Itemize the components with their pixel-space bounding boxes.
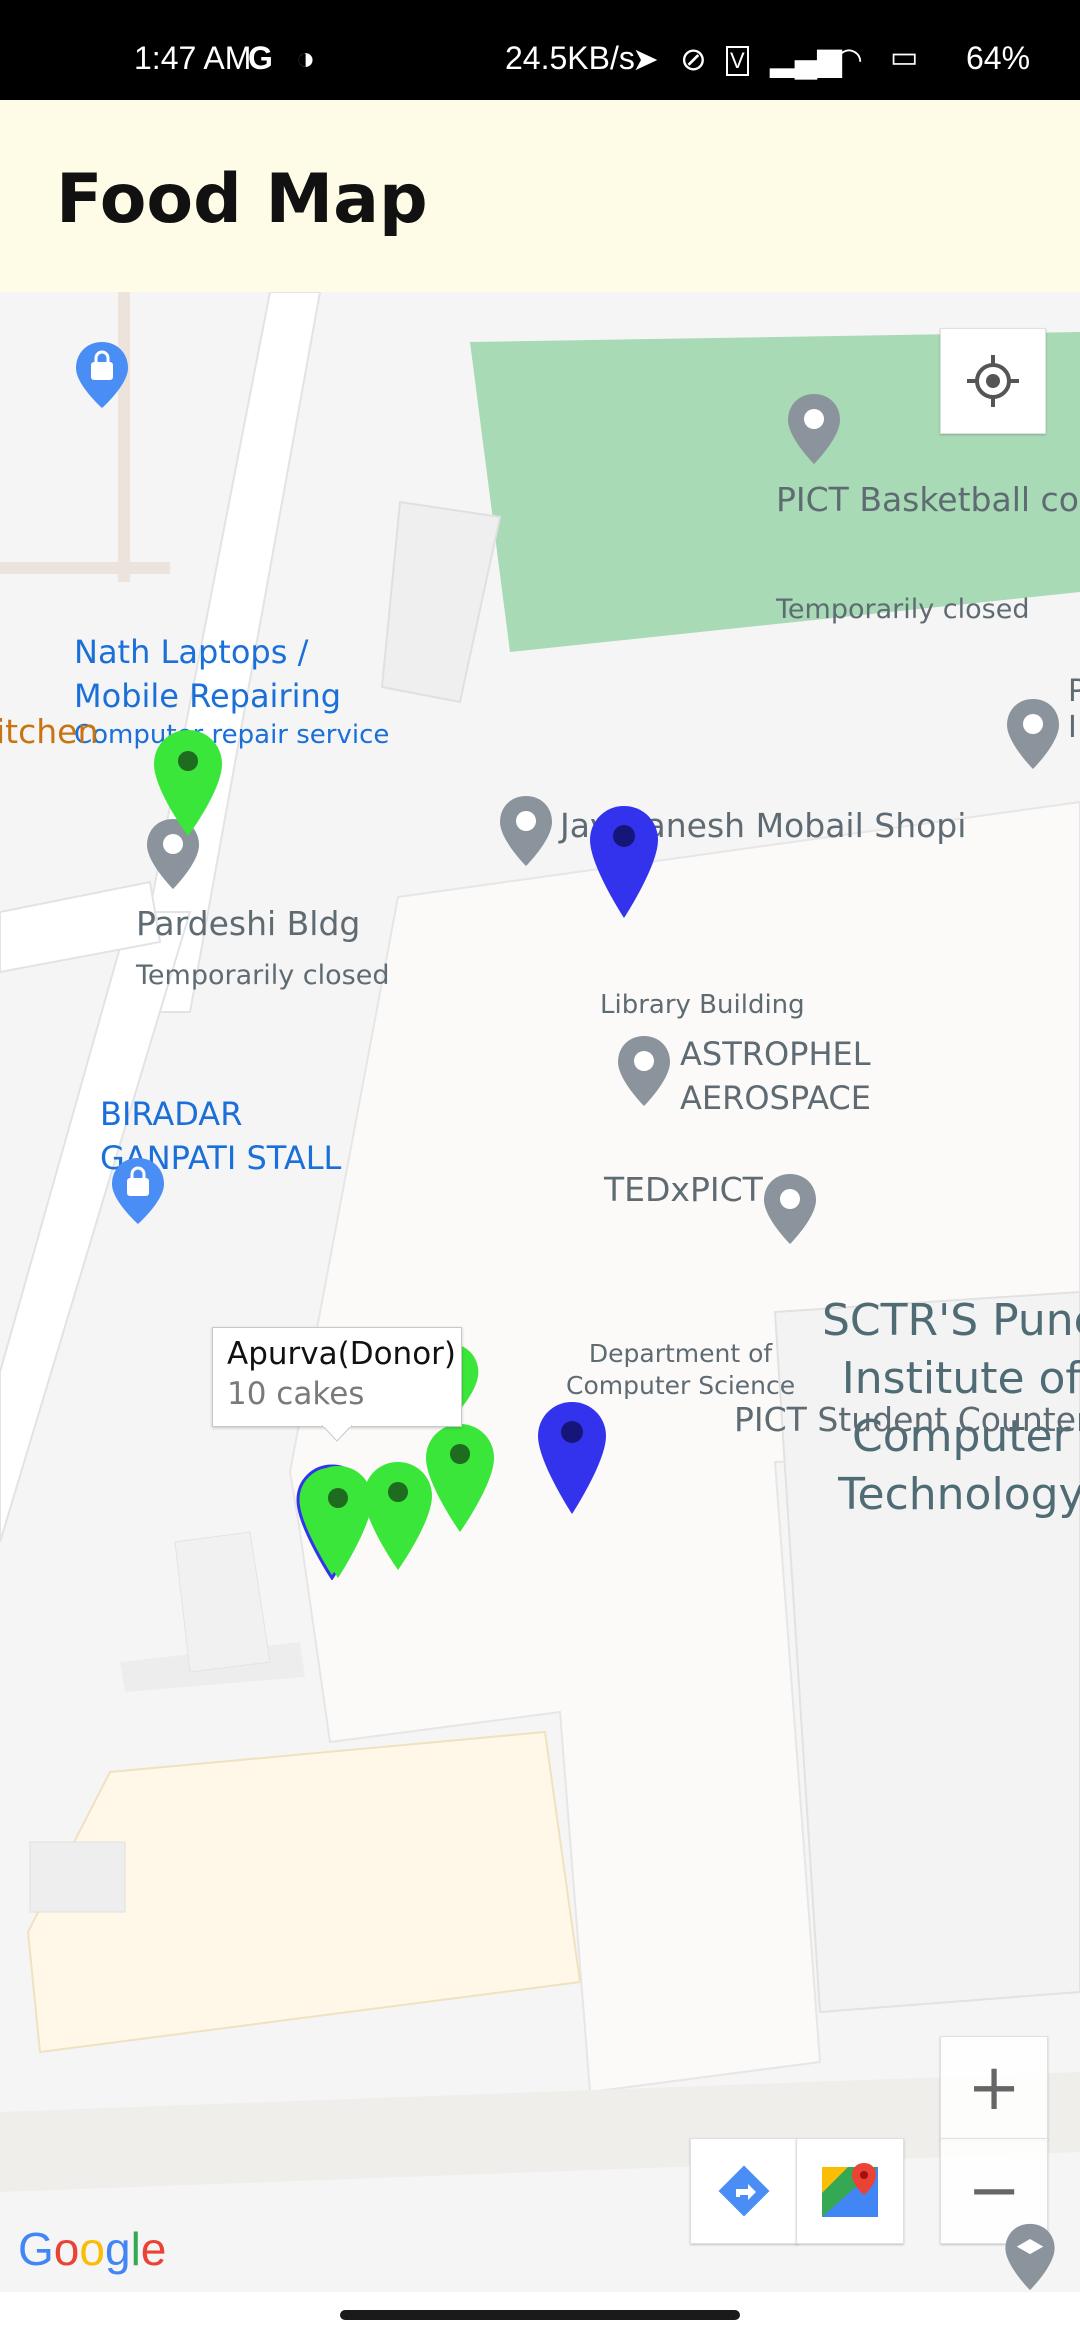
jay-ganesh-pin-icon	[500, 796, 552, 866]
edge-pin-icon	[1007, 699, 1059, 769]
place-tedx[interactable]: TEDxPICT	[604, 1170, 763, 1209]
receiver-marker[interactable]	[588, 804, 660, 920]
info-subtitle: 10 cakes	[227, 1376, 365, 1412]
directions-icon	[718, 2165, 770, 2217]
google-logo: Google	[18, 2223, 167, 2275]
place-edge-label: P	[1068, 674, 1080, 709]
network-speed: 24.5KB/s	[505, 40, 635, 76]
status-bar: 1:47 AM G ◑ 24.5KB/s ➤ ⊘ V ▂▄▆ ◠ ▭ 64%	[0, 0, 1080, 100]
place-label: Nath Laptops /	[74, 633, 309, 671]
place-nath-laptops[interactable]: Nath Laptops / Mobile Repairing Computer…	[74, 630, 389, 752]
zoom-in-icon: +	[967, 2051, 1021, 2125]
donor-marker[interactable]	[152, 728, 224, 838]
place-label: Mobile Repairing	[74, 677, 342, 715]
battery-icon: ▭	[890, 41, 919, 74]
my-location-button[interactable]	[940, 328, 1046, 434]
app-bar: Food Map	[0, 100, 1080, 292]
place-pardeshi-bldg[interactable]: Pardeshi Bldg	[136, 904, 360, 943]
info-title: Apurva(Donor)	[227, 1336, 457, 1372]
home-gesture-handle[interactable]	[340, 2310, 740, 2320]
zoom-out-icon: −	[967, 2154, 1021, 2228]
app-notification-icon: ◑	[296, 40, 316, 76]
place-label: Technology	[838, 1469, 1080, 1520]
place-status: Temporarily closed	[776, 594, 1030, 625]
basketball-pin-icon	[788, 394, 840, 464]
donor-marker[interactable]	[424, 1422, 496, 1534]
marker-info-window[interactable]: Apurva(Donor) 10 cakes	[212, 1327, 462, 1427]
place-edge-label: I	[1068, 710, 1077, 745]
nath-laptops-pin-icon	[74, 340, 130, 419]
page-title: Food Map	[56, 160, 428, 239]
my-location-icon	[967, 355, 1019, 407]
place-library[interactable]: Library Building	[600, 990, 805, 1020]
location-icon: ➤	[632, 41, 659, 77]
donor-marker-selected[interactable]	[302, 1464, 374, 1580]
open-in-maps-button[interactable]	[796, 2138, 904, 2244]
place-label: Computer Science	[566, 1371, 796, 1400]
astrophel-pin-icon	[618, 1036, 670, 1106]
tedx-pin-icon	[764, 1174, 816, 1244]
place-dept-cs[interactable]: Department of Computer Science	[566, 1338, 795, 1402]
school-pin-icon	[1005, 2223, 1055, 2291]
wifi-icon: ◠	[835, 41, 863, 77]
place-category: Computer repair service	[74, 720, 390, 750]
place-label: SCTR'S Pune	[822, 1295, 1080, 1346]
mute-icon: ⊘	[680, 41, 707, 77]
google-icon: G	[248, 40, 273, 76]
info-window-pointer	[322, 1425, 352, 1442]
battery-percent: 64%	[966, 40, 1031, 76]
biradar-pin-icon	[112, 1158, 164, 1224]
place-student-counter[interactable]: PICT Student Counter	[734, 1400, 1080, 1439]
directions-button[interactable]	[690, 2138, 798, 2244]
zoom-in-button[interactable]: +	[940, 2036, 1048, 2140]
system-nav-bar	[0, 2292, 1080, 2340]
signal-icon: ▂▄▆	[770, 41, 842, 77]
google-maps-icon	[822, 2163, 878, 2217]
place-basketball-court[interactable]: PICT Basketball cour	[776, 480, 1080, 519]
volte-icon: V	[726, 46, 749, 76]
place-status: Temporarily closed	[136, 960, 390, 991]
place-label: Department of	[588, 1339, 773, 1368]
status-time: 1:47 AM	[134, 40, 252, 76]
place-label: AEROSPACE	[680, 1079, 871, 1117]
place-label: BIRADAR	[100, 1095, 243, 1133]
receiver-marker[interactable]	[536, 1400, 608, 1516]
place-label: ASTROPHEL	[680, 1035, 871, 1073]
map-view[interactable]: Nath Laptops / Mobile Repairing Computer…	[0, 292, 1080, 2292]
place-kitchen[interactable]: itchen	[0, 712, 98, 751]
place-astrophel[interactable]: ASTROPHEL AEROSPACE	[680, 1032, 871, 1120]
